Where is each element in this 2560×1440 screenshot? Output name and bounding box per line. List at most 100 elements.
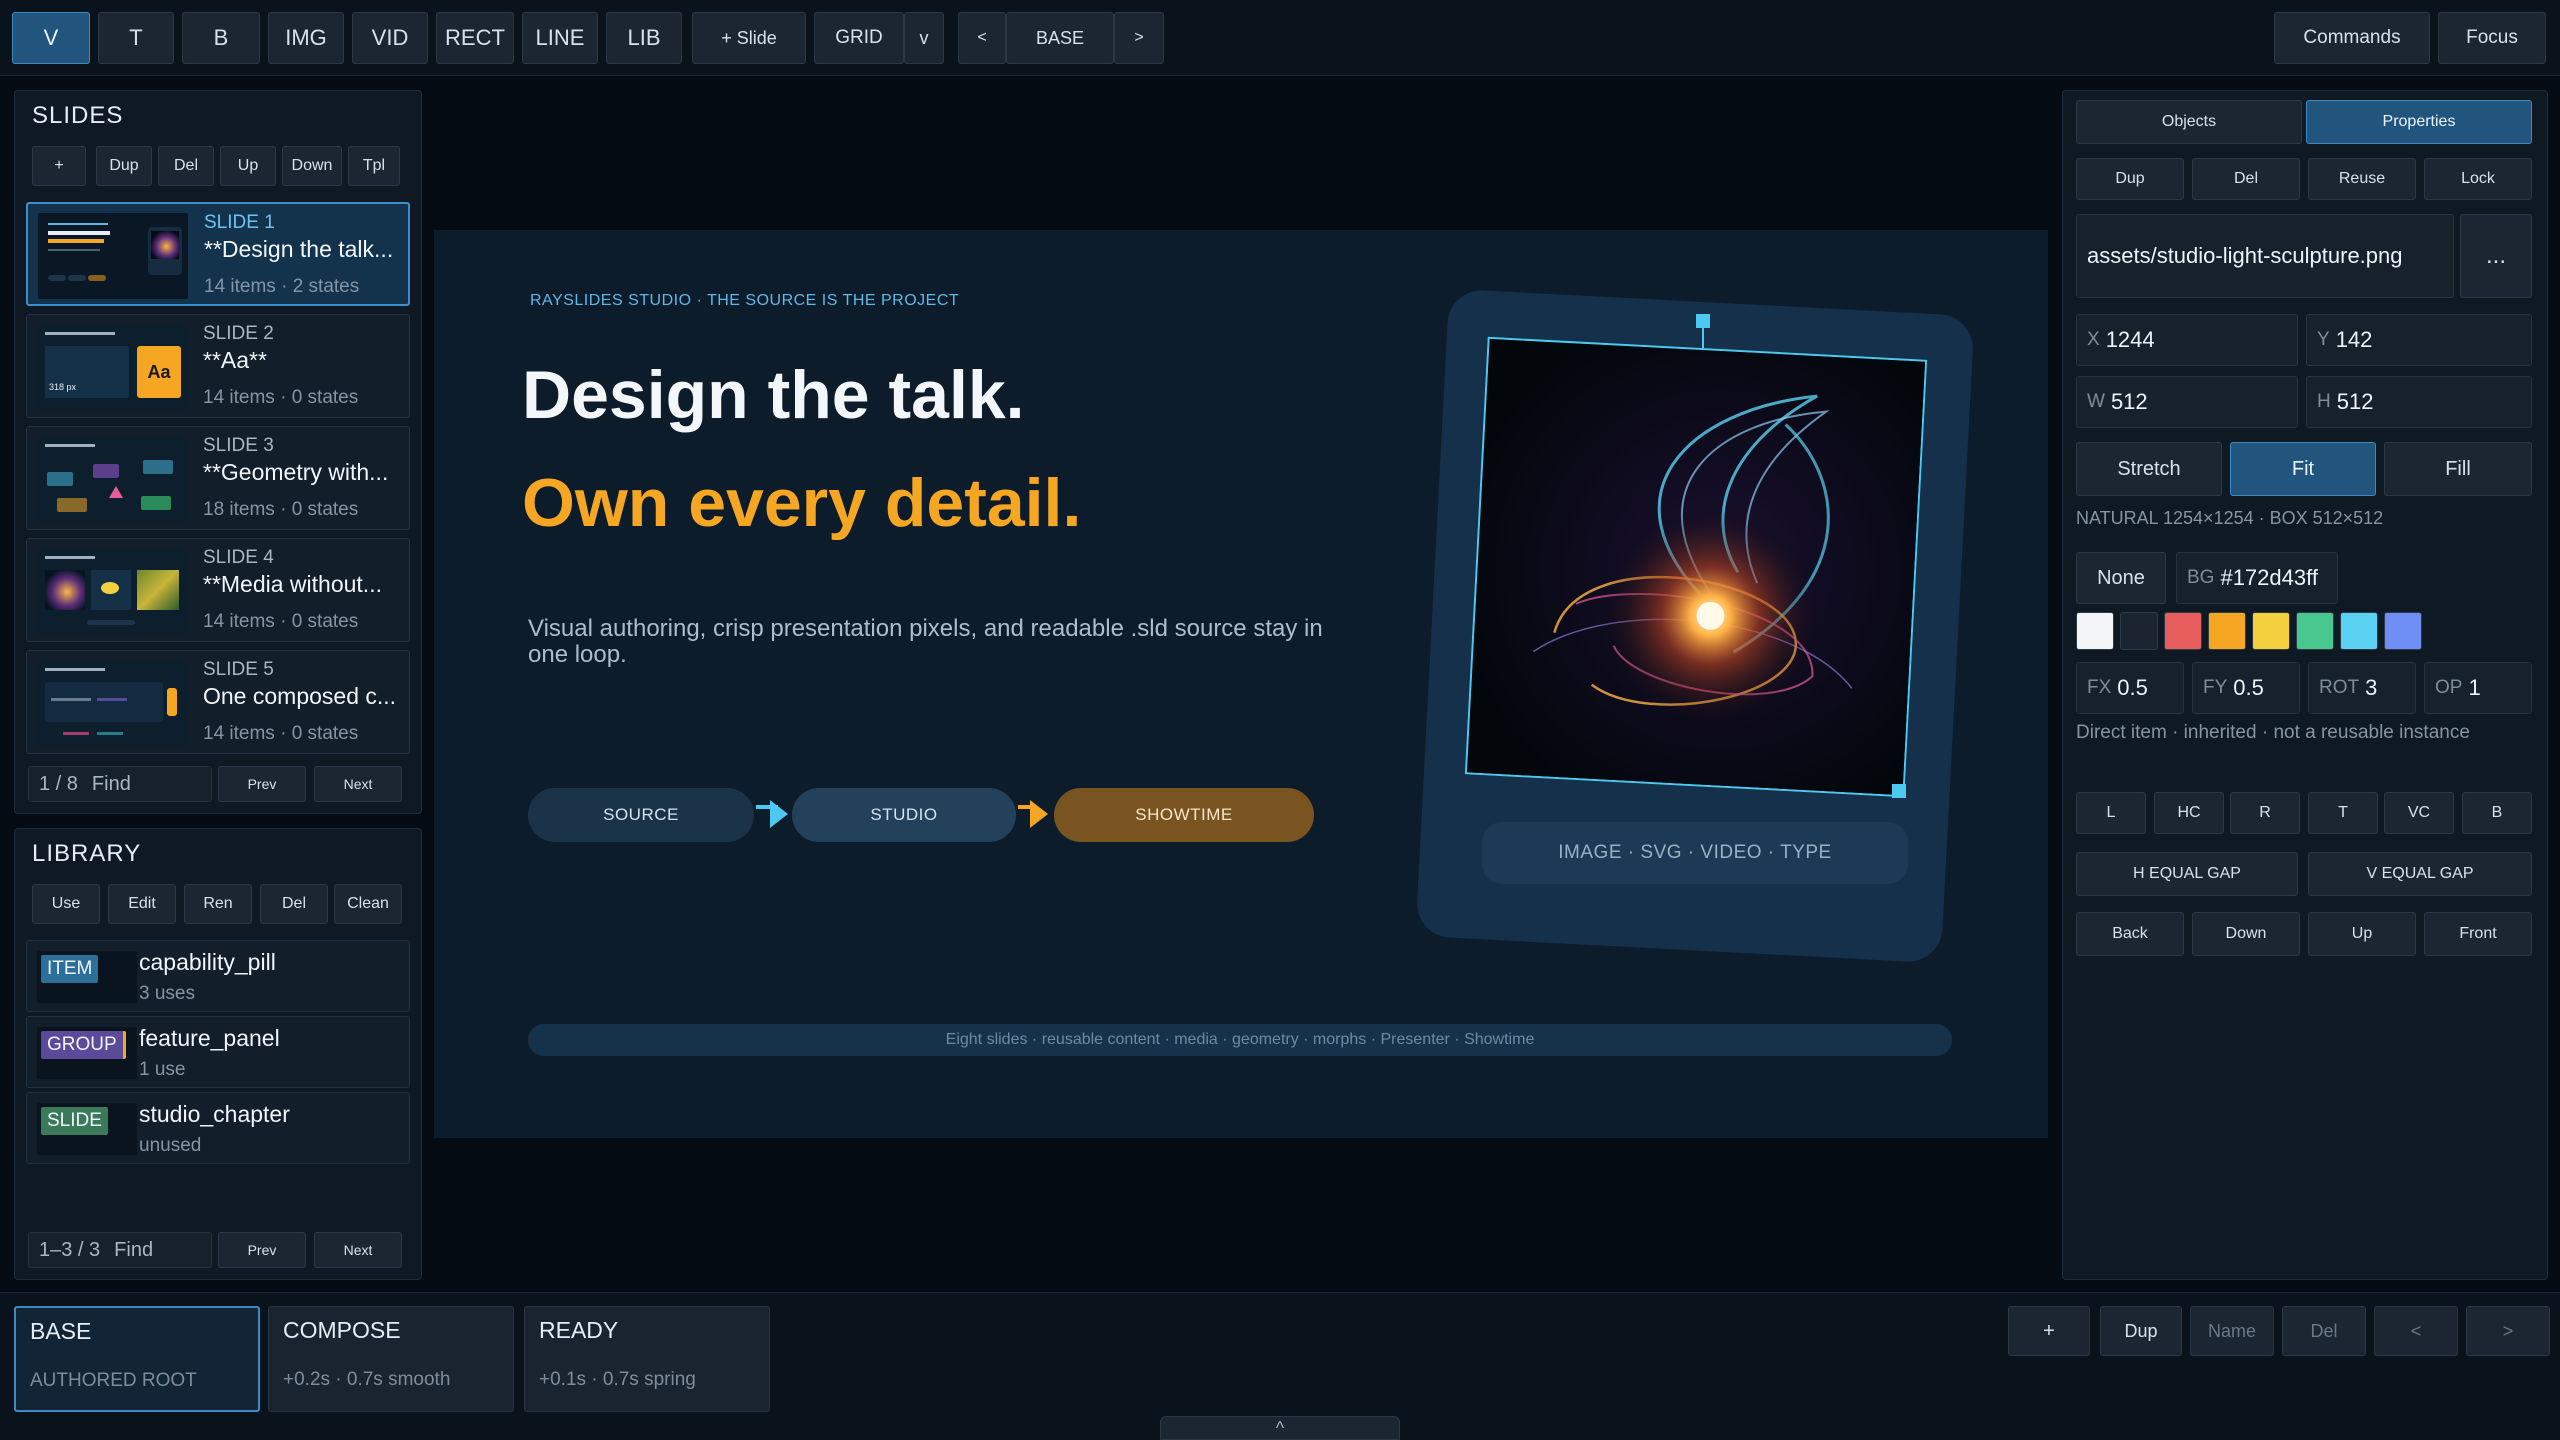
- x-field[interactable]: X 1244: [2076, 314, 2298, 366]
- add-slide-small-button[interactable]: +: [32, 146, 86, 186]
- rotate-handle[interactable]: [1696, 314, 1710, 328]
- tool-rect[interactable]: RECT: [436, 12, 514, 64]
- library-item-3[interactable]: SLIDE studio_chapter unused: [26, 1092, 410, 1164]
- y-field[interactable]: Y 142: [2306, 314, 2532, 366]
- commands-button[interactable]: Commands: [2274, 12, 2430, 64]
- state-card-ready[interactable]: READY +0.1s · 0.7s spring: [524, 1306, 770, 1412]
- swatch-cyan[interactable]: [2340, 612, 2378, 650]
- tool-image[interactable]: IMG: [268, 12, 344, 64]
- bg-color-field[interactable]: BG #172d43ff: [2176, 552, 2338, 604]
- slide-item-5[interactable]: SLIDE 5 One composed c... 14 items · 0 s…: [26, 650, 410, 754]
- focus-y-field[interactable]: FY 0.5: [2192, 662, 2300, 714]
- add-slide-button[interactable]: + Slide: [692, 12, 806, 64]
- add-state-button[interactable]: +: [2008, 1306, 2090, 1356]
- slide-headline-2[interactable]: Own every detail.: [522, 464, 1081, 542]
- studio-pill[interactable]: STUDIO: [792, 788, 1016, 842]
- send-to-back-button[interactable]: Back: [2076, 912, 2184, 956]
- library-prev-button[interactable]: Prev: [218, 1232, 306, 1268]
- slide-find-field[interactable]: 1 / 8 Find: [28, 766, 212, 802]
- slide-prev-button[interactable]: Prev: [218, 766, 306, 802]
- slide-eyebrow[interactable]: RAYSLIDES STUDIO · THE SOURCE IS THE PRO…: [530, 292, 959, 310]
- height-field[interactable]: H 512: [2306, 376, 2532, 428]
- rotation-field[interactable]: ROT 3: [2308, 662, 2416, 714]
- align-hcenter-button[interactable]: HC: [2154, 792, 2224, 834]
- tool-library[interactable]: LIB: [606, 12, 682, 64]
- bring-to-front-button[interactable]: Front: [2424, 912, 2532, 956]
- tool-text[interactable]: T: [98, 12, 174, 64]
- tool-box[interactable]: B: [182, 12, 260, 64]
- asset-path-field[interactable]: assets/studio-light-sculpture.png: [2076, 214, 2454, 298]
- swatch-dark[interactable]: [2120, 612, 2158, 650]
- tool-video[interactable]: VID: [352, 12, 428, 64]
- send-backward-button[interactable]: Down: [2192, 912, 2300, 956]
- tool-select[interactable]: V: [12, 12, 90, 64]
- state-card-compose[interactable]: COMPOSE +0.2s · 0.7s smooth: [268, 1306, 514, 1412]
- swatch-white[interactable]: [2076, 612, 2114, 650]
- fit-stretch-button[interactable]: Stretch: [2076, 442, 2222, 496]
- library-item-1[interactable]: ITEM capability_pill 3 uses: [26, 940, 410, 1012]
- duplicate-state-button[interactable]: Dup: [2100, 1306, 2182, 1356]
- library-next-button[interactable]: Next: [314, 1232, 402, 1268]
- v-equal-gap-button[interactable]: V EQUAL GAP: [2308, 852, 2532, 896]
- slide-body-text[interactable]: Visual authoring, crisp presentation pix…: [528, 616, 1368, 668]
- swatch-blue[interactable]: [2384, 612, 2422, 650]
- bring-forward-button[interactable]: Up: [2308, 912, 2416, 956]
- library-use-button[interactable]: Use: [32, 884, 100, 924]
- fit-fill-button[interactable]: Fill: [2384, 442, 2532, 496]
- tab-objects[interactable]: Objects: [2076, 100, 2302, 144]
- template-button[interactable]: Tpl: [348, 146, 400, 186]
- slide-headline-1[interactable]: Design the talk.: [522, 356, 1025, 434]
- move-state-left-button[interactable]: <: [2374, 1306, 2458, 1356]
- prev-state-button[interactable]: <: [958, 12, 1006, 64]
- browse-asset-button[interactable]: ...: [2460, 214, 2532, 298]
- opacity-field[interactable]: OP 1: [2424, 662, 2532, 714]
- swatch-orange[interactable]: [2208, 612, 2246, 650]
- item-duplicate-button[interactable]: Dup: [2076, 158, 2184, 200]
- slide-next-button[interactable]: Next: [314, 766, 402, 802]
- library-clean-button[interactable]: Clean: [334, 884, 402, 924]
- showtime-pill[interactable]: SHOWTIME: [1054, 788, 1314, 842]
- align-bottom-button[interactable]: B: [2462, 792, 2532, 834]
- grid-dropdown-button[interactable]: v: [904, 12, 944, 64]
- align-right-button[interactable]: R: [2230, 792, 2300, 834]
- fit-fit-button[interactable]: Fit: [2230, 442, 2376, 496]
- delete-state-button[interactable]: Del: [2282, 1306, 2366, 1356]
- collapse-panel-button[interactable]: ^: [1160, 1416, 1400, 1440]
- move-slide-down-button[interactable]: Down: [282, 146, 342, 186]
- h-equal-gap-button[interactable]: H EQUAL GAP: [2076, 852, 2298, 896]
- slide-item-3[interactable]: SLIDE 3 **Geometry with... 18 items · 0 …: [26, 426, 410, 530]
- swatch-green[interactable]: [2296, 612, 2334, 650]
- grid-toggle[interactable]: GRID: [814, 12, 904, 64]
- selected-image[interactable]: [1464, 336, 1928, 798]
- bg-none-button[interactable]: None: [2076, 552, 2166, 604]
- align-vcenter-button[interactable]: VC: [2384, 792, 2454, 834]
- next-state-button[interactable]: >: [1114, 12, 1164, 64]
- tab-properties[interactable]: Properties: [2306, 100, 2532, 144]
- align-top-button[interactable]: T: [2308, 792, 2378, 834]
- library-rename-button[interactable]: Ren: [184, 884, 252, 924]
- duplicate-slide-button[interactable]: Dup: [96, 146, 152, 186]
- source-pill[interactable]: SOURCE: [528, 788, 754, 842]
- slide-item-1[interactable]: SLIDE 1 **Design the talk... 14 items · …: [26, 202, 410, 306]
- tool-line[interactable]: LINE: [522, 12, 598, 64]
- focus-button[interactable]: Focus: [2438, 12, 2546, 64]
- media-caption-pill[interactable]: IMAGE · SVG · VIDEO · TYPE: [1482, 822, 1908, 884]
- library-item-2[interactable]: GROUP feature_panel 1 use: [26, 1016, 410, 1088]
- rename-state-button[interactable]: Name: [2190, 1306, 2274, 1356]
- slide-footer-bar[interactable]: Eight slides · reusable content · media …: [528, 1024, 1952, 1056]
- library-delete-button[interactable]: Del: [260, 884, 328, 924]
- state-card-base[interactable]: BASE AUTHORED ROOT: [14, 1306, 260, 1412]
- library-edit-button[interactable]: Edit: [108, 884, 176, 924]
- slide-item-4[interactable]: SLIDE 4 **Media without... 14 items · 0 …: [26, 538, 410, 642]
- item-lock-button[interactable]: Lock: [2424, 158, 2532, 200]
- move-slide-up-button[interactable]: Up: [220, 146, 276, 186]
- slide-item-2[interactable]: 318 px Aa SLIDE 2 **Aa** 14 items · 0 st…: [26, 314, 410, 418]
- width-field[interactable]: W 512: [2076, 376, 2298, 428]
- resize-handle[interactable]: [1892, 784, 1906, 798]
- swatch-yellow[interactable]: [2252, 612, 2290, 650]
- move-state-right-button[interactable]: >: [2466, 1306, 2550, 1356]
- swatch-red[interactable]: [2164, 612, 2202, 650]
- library-find-field[interactable]: 1–3 / 3 Find: [28, 1232, 212, 1268]
- align-left-button[interactable]: L: [2076, 792, 2146, 834]
- focus-x-field[interactable]: FX 0.5: [2076, 662, 2184, 714]
